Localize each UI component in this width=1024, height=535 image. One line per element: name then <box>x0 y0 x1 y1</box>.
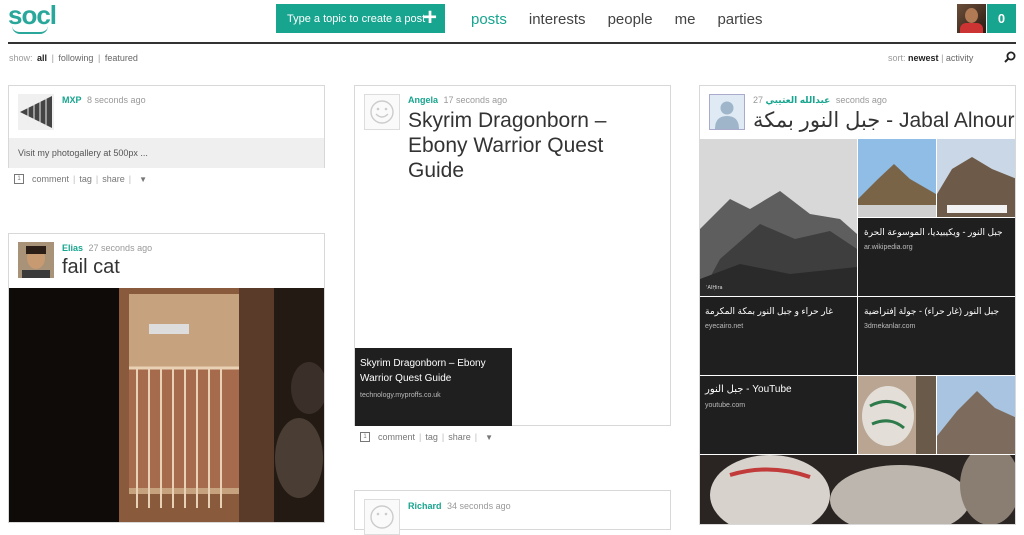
smiley-icon <box>370 505 394 529</box>
tag-link[interactable]: tag <box>425 432 438 442</box>
post-title[interactable]: جبل النور بمكة - Jabal Alnour <box>753 108 1015 133</box>
mxp-avatar-image <box>18 94 54 130</box>
link-tile-youtube[interactable]: جبل النور - YouTube youtube.com <box>700 376 857 454</box>
share-link[interactable]: share <box>102 174 125 184</box>
share-link[interactable]: share <box>448 432 471 442</box>
main-nav: posts interests people me parties <box>471 11 784 28</box>
richard-avatar[interactable] <box>364 499 400 535</box>
post-author[interactable]: MXP <box>62 95 82 105</box>
sort-activity[interactable]: activity <box>946 53 974 63</box>
comment-link[interactable]: comment <box>32 174 69 184</box>
plus-icon: + <box>422 4 437 31</box>
elias-avatar[interactable] <box>18 242 54 278</box>
mountain-photo-large[interactable]: ʿAlḤira <box>700 139 857 296</box>
post-author[interactable]: Richard <box>408 501 442 511</box>
show-filter: show: all | following | featured <box>9 53 138 63</box>
default-user-avatar[interactable] <box>709 94 745 130</box>
post-time: 17 seconds ago <box>443 95 508 105</box>
comment-count-icon: 1 <box>360 432 370 442</box>
fail-cat-image[interactable] <box>9 288 325 523</box>
mountain-photo-small-3[interactable] <box>937 376 1016 454</box>
link-tile-source: eyecairo.net <box>705 323 744 330</box>
link-tile-title: جبل النور - YouTube <box>705 384 792 395</box>
post-author[interactable]: Angela <box>408 95 438 105</box>
post-card-angela[interactable]: Angela 17 seconds ago Skyrim Dragonborn … <box>354 85 671 426</box>
top-header: socl Type a topic to create a post + pos… <box>0 0 1024 44</box>
post-card-richard[interactable]: Richard 34 seconds ago <box>354 490 671 535</box>
post-card-jabal-alnour[interactable]: عبدالله العتيبي 27 seconds ago جبل النور… <box>699 85 1016 525</box>
more-dropdown-icon[interactable]: ▼ <box>139 175 147 184</box>
svg-text:ʿAlḤira: ʿAlḤira <box>706 285 723 291</box>
create-post-button[interactable]: Type a topic to create a post + <box>276 4 445 33</box>
link-tile-source: 3dmekanlar.com <box>864 323 916 330</box>
post-card-elias[interactable]: Elias 27 seconds ago fail cat <box>8 233 325 523</box>
link-tile-eyecairo[interactable]: غار حراء و جبل النور بمكة المكرمة eyecai… <box>700 297 857 375</box>
post-time: 27 seconds ago <box>88 243 153 253</box>
post-title[interactable]: Skyrim Dragonborn – Ebony Warrior Quest … <box>408 108 658 183</box>
user-avatar[interactable] <box>957 4 986 33</box>
more-dropdown-icon[interactable]: ▼ <box>485 433 493 442</box>
link-tile-title: غار حراء و جبل النور بمكة المكرمة <box>705 306 833 316</box>
show-label: show: <box>9 53 33 63</box>
post-meta: عبدالله العتيبي 27 seconds ago <box>753 95 887 106</box>
sort-filter: sort: newest | activity <box>888 53 974 63</box>
link-tile-title: جبل النور - ويكيبيديا، الموسوعة الحرة <box>864 227 1003 237</box>
post-author[interactable]: عبدالله العتيبي <box>766 95 831 105</box>
create-post-label: Type a topic to create a post <box>287 12 426 25</box>
nav-interests[interactable]: interests <box>529 11 586 28</box>
filter-all[interactable]: all <box>37 53 47 63</box>
post-author[interactable]: Elias <box>62 243 83 253</box>
rock-photo-bottom[interactable] <box>700 455 1016 525</box>
post-actions: 1 comment | tag | share | ▼ <box>360 432 493 442</box>
mountain-photo-small-1[interactable] <box>858 139 936 217</box>
link-tile-wikipedia[interactable]: جبل النور - ويكيبيديا، الموسوعة الحرة ar… <box>858 218 1015 296</box>
filter-following[interactable]: following <box>58 53 93 63</box>
mountain-photo-small-2[interactable] <box>937 139 1016 217</box>
link-preview-source: technology.myproffs.co.uk <box>360 392 441 399</box>
link-tile-source: youtube.com <box>705 402 746 409</box>
nav-posts[interactable]: posts <box>471 11 507 28</box>
search-icon[interactable] <box>1004 51 1016 63</box>
tag-link[interactable]: tag <box>79 174 92 184</box>
post-meta: Angela 17 seconds ago <box>408 95 507 105</box>
link-preview-title: Skyrim Dragonborn – Ebony Warrior Quest … <box>360 358 486 384</box>
avatar-face <box>965 8 978 23</box>
nav-parties[interactable]: parties <box>717 11 762 28</box>
link-tile-source: ar.wikipedia.org <box>864 244 913 251</box>
avatar-shirt <box>960 23 983 33</box>
person-icon <box>710 95 744 129</box>
sort-newest[interactable]: newest <box>908 53 939 63</box>
smiley-icon <box>370 100 394 124</box>
nav-me[interactable]: me <box>675 11 696 28</box>
post-actions: 1 comment | tag | share | ▼ <box>14 174 147 184</box>
notification-count[interactable]: 0 <box>987 4 1016 33</box>
sort-label: sort: <box>888 53 906 63</box>
post-body-text: Visit my photogallery at 500px ... <box>18 148 148 158</box>
post-meta: Elias 27 seconds ago <box>62 243 152 253</box>
link-tile-title: جبل النور (غار حراء) - جولة إفتراضية <box>864 306 1000 316</box>
post-title[interactable]: fail cat <box>62 255 120 280</box>
link-preview-tile[interactable]: Skyrim Dragonborn – Ebony Warrior Quest … <box>355 348 512 426</box>
logo-smile-icon <box>12 26 48 34</box>
header-divider <box>8 42 1016 44</box>
post-meta: MXP 8 seconds ago <box>62 95 146 105</box>
post-meta: Richard 34 seconds ago <box>408 501 511 511</box>
nav-people[interactable]: people <box>608 11 653 28</box>
post-time: 8 seconds ago <box>87 95 146 105</box>
mxp-avatar[interactable] <box>18 94 54 130</box>
socl-logo[interactable]: socl <box>8 0 60 36</box>
rock-inscription-photo[interactable] <box>858 376 936 454</box>
elias-avatar-image <box>18 242 54 278</box>
filter-featured[interactable]: featured <box>105 53 138 63</box>
comment-link[interactable]: comment <box>378 432 415 442</box>
post-card-mxp[interactable]: MXP 8 seconds ago Visit my photogallery … <box>8 85 325 168</box>
comment-count-icon: 1 <box>14 174 24 184</box>
post-body: Visit my photogallery at 500px ... <box>9 138 324 168</box>
post-time: 34 seconds ago <box>447 501 511 511</box>
angela-avatar[interactable] <box>364 94 400 130</box>
link-tile-3dmekanlar[interactable]: جبل النور (غار حراء) - جولة إفتراضية 3dm… <box>858 297 1015 375</box>
